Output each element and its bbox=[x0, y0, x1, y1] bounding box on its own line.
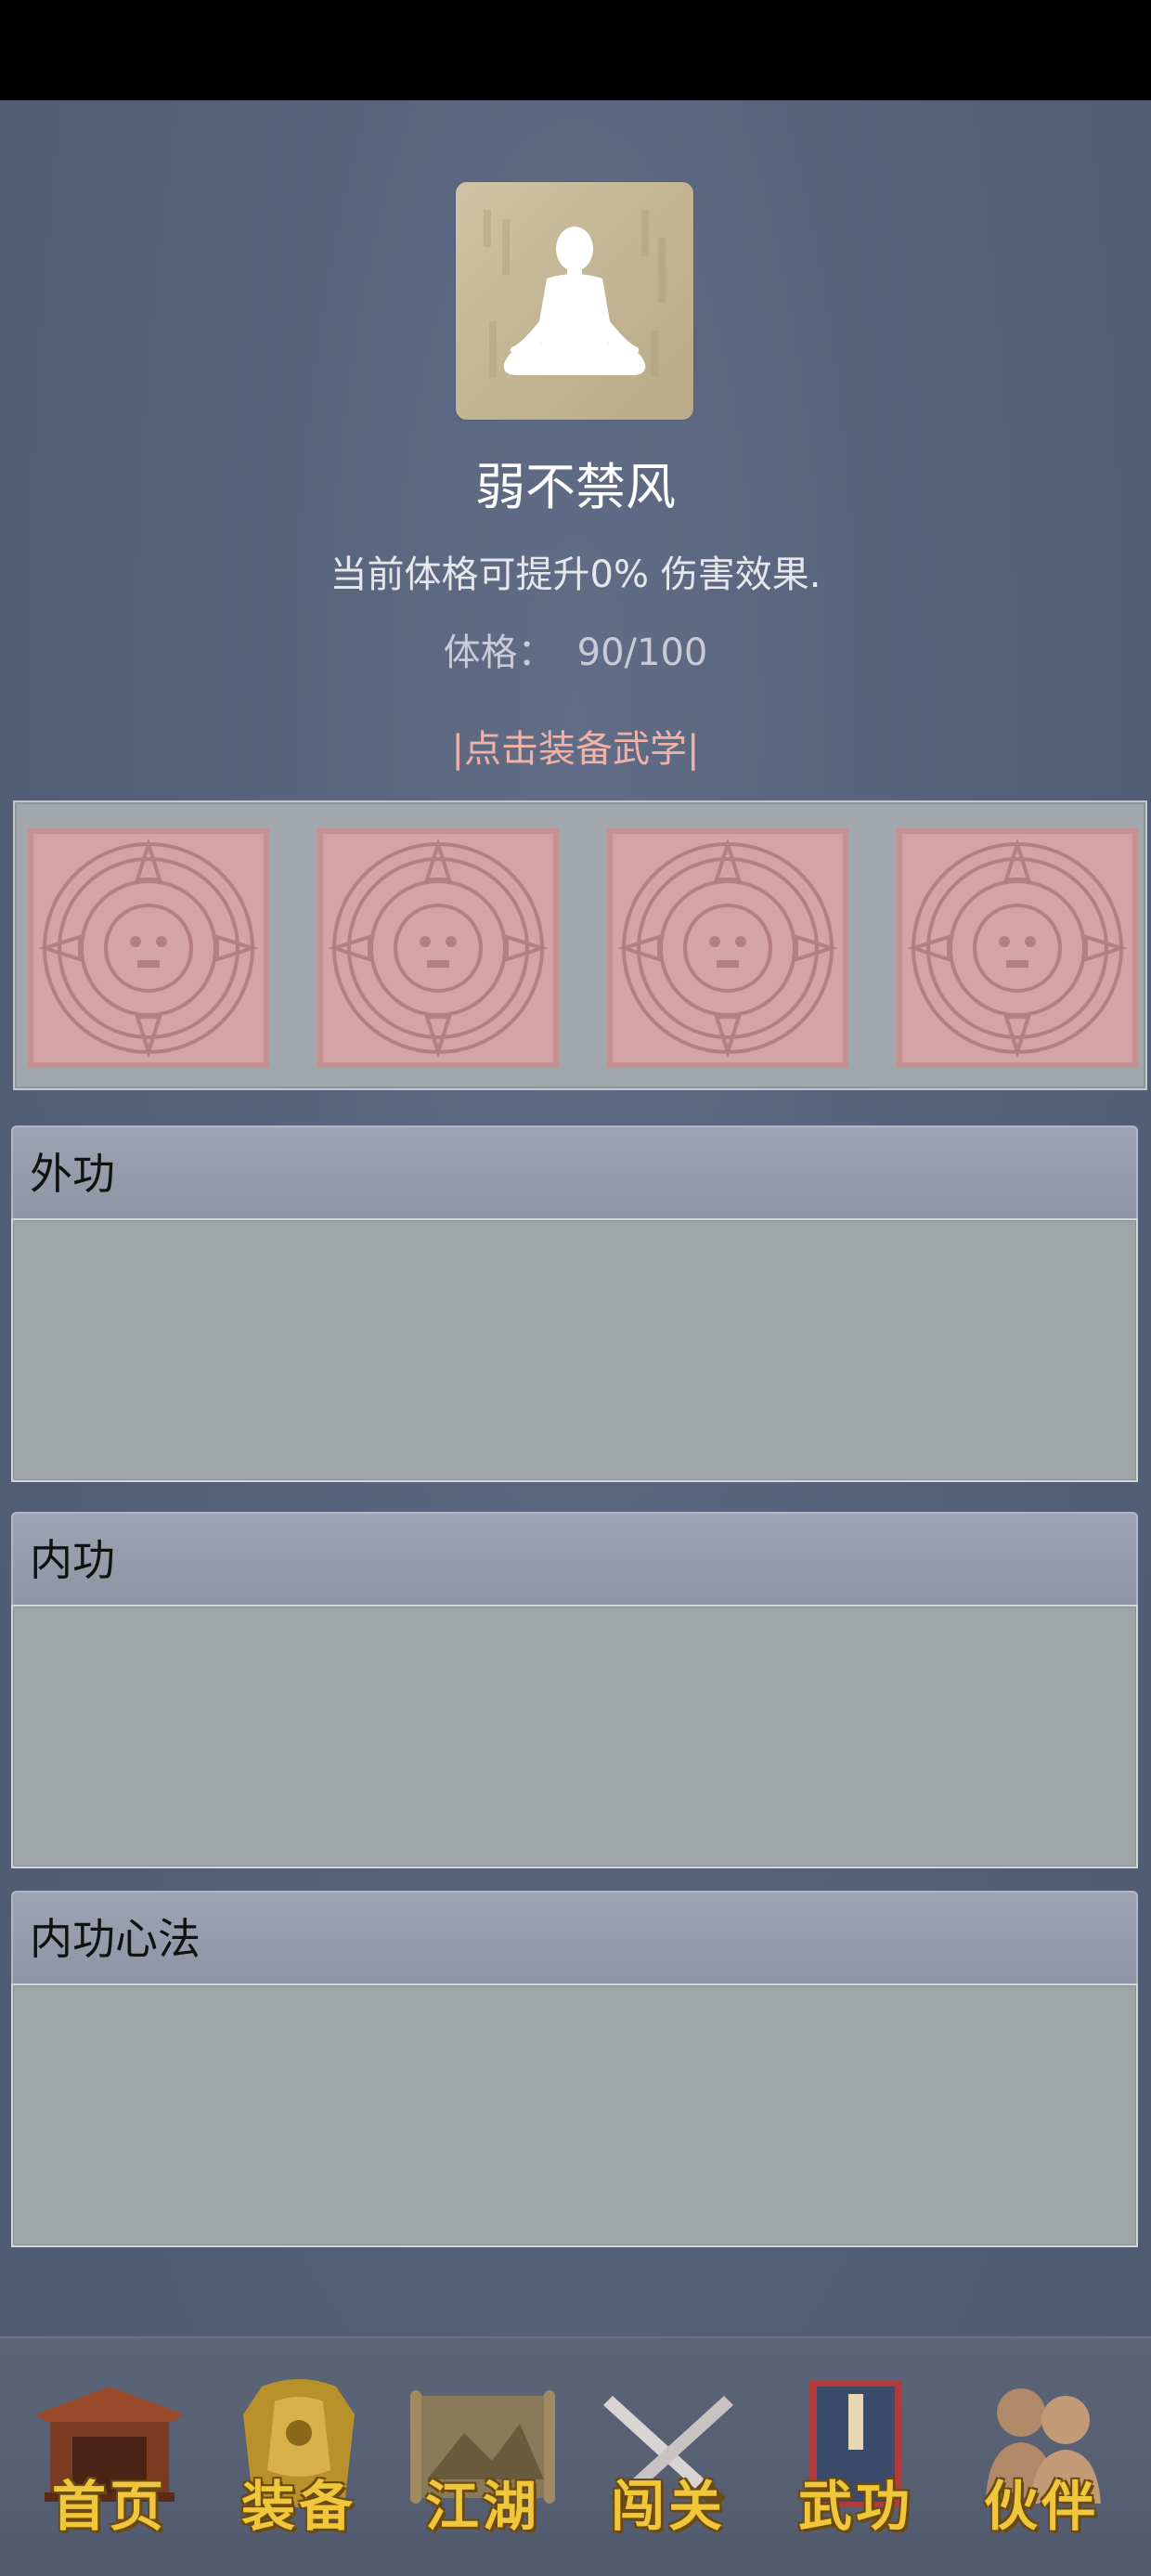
equip-martial-arts-link[interactable]: |点击装备武学| bbox=[0, 724, 1151, 774]
nav-challenge[interactable]: 闯关 bbox=[576, 2359, 761, 2554]
section-header-internal: 内功 bbox=[11, 1512, 1138, 1605]
bottom-nav: 首页 装备 江湖 闯关 武功 伙伴 bbox=[0, 2336, 1151, 2576]
physique-value: 90/100 bbox=[576, 631, 708, 674]
section-body-internal-method[interactable] bbox=[11, 1984, 1138, 2247]
section-label: 外功 bbox=[30, 1149, 115, 1199]
effect-description: 当前体格可提升0% 伤害效果. bbox=[330, 553, 821, 596]
section-body-internal[interactable] bbox=[11, 1605, 1138, 1868]
skill-slot-4[interactable] bbox=[897, 828, 1138, 1068]
nav-label: 武功 bbox=[797, 2475, 913, 2538]
section-body-external[interactable] bbox=[11, 1218, 1138, 1482]
section-header-external: 外功 bbox=[11, 1125, 1138, 1218]
nav-martial-arts[interactable]: 武功 bbox=[763, 2359, 949, 2554]
nav-equipment[interactable]: 装备 bbox=[206, 2359, 392, 2554]
aztec-calendar-seal-icon bbox=[328, 838, 549, 1059]
skill-slot-3[interactable] bbox=[607, 828, 848, 1068]
skill-slot-1[interactable] bbox=[28, 828, 269, 1068]
aztec-calendar-seal-icon bbox=[617, 838, 838, 1059]
status-bar bbox=[0, 0, 1151, 100]
section-label: 内功 bbox=[30, 1535, 115, 1585]
meditation-silhouette-icon bbox=[484, 210, 666, 377]
skill-slot-bar bbox=[13, 800, 1147, 1090]
nav-home[interactable]: 首页 bbox=[17, 2359, 202, 2554]
skill-slot-2[interactable] bbox=[317, 828, 559, 1068]
physique-label: 体格： bbox=[443, 631, 555, 674]
aztec-calendar-seal-icon bbox=[907, 838, 1128, 1059]
nav-jianghu[interactable]: 江湖 bbox=[390, 2359, 576, 2554]
aztec-calendar-seal-icon bbox=[38, 838, 259, 1059]
nav-companions[interactable]: 伙伴 bbox=[949, 2359, 1134, 2554]
section-label: 内功心法 bbox=[30, 1914, 200, 1964]
nav-label: 装备 bbox=[240, 2475, 356, 2538]
nav-label: 首页 bbox=[51, 2475, 167, 2538]
section-header-internal-method: 内功心法 bbox=[11, 1891, 1138, 1984]
physique-stat: 体格： 90/100 bbox=[0, 628, 1151, 678]
avatar bbox=[456, 182, 693, 420]
nav-label: 闯关 bbox=[610, 2475, 726, 2538]
page-title: 弱不禁风 bbox=[475, 458, 676, 516]
nav-label: 伙伴 bbox=[983, 2475, 1099, 2538]
nav-label: 江湖 bbox=[424, 2475, 540, 2538]
